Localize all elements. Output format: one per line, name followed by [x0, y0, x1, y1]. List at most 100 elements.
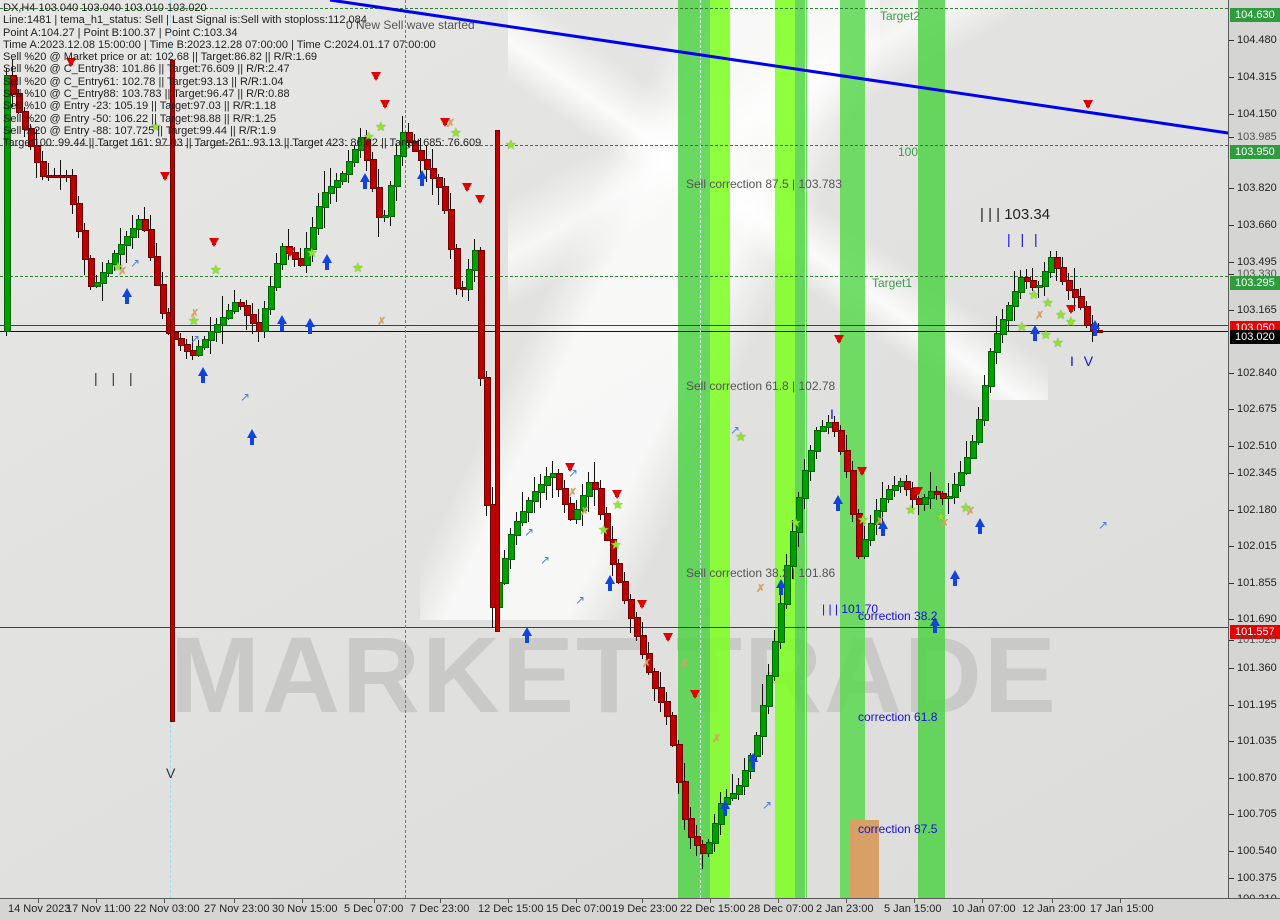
wave-i-middle: I	[830, 406, 837, 422]
price-axis[interactable]: 104.630 104.480 104.315 104.150 103.985 103.9…	[1228, 0, 1280, 905]
time-tick-label: 22 Dec 15:00	[680, 903, 746, 915]
fib-100: 100	[898, 145, 919, 159]
price-tick-label: 102.675	[1237, 403, 1277, 415]
price-tick-label: 101.360	[1237, 662, 1277, 674]
candle-body	[376, 187, 383, 218]
outline-arrow-5: ↗	[568, 466, 579, 480]
time-tick-label: 17 Nov 11:00	[66, 903, 131, 915]
buy-arrow-5	[322, 254, 332, 270]
buy-arrow-9	[605, 575, 615, 591]
time-tick-label: 27 Nov 23:00	[204, 903, 270, 915]
star-marker-20: ★	[1028, 287, 1040, 302]
price-tick-mark	[1229, 114, 1234, 115]
buy-arrow-4	[305, 318, 315, 334]
price-badge: 104.630	[1230, 8, 1280, 22]
candle-body	[838, 430, 845, 452]
candle-body	[670, 715, 677, 747]
x-marker-11: ✗	[940, 518, 950, 530]
correction-875: correction 87.5	[858, 822, 938, 836]
price-tick-label: 100.705	[1237, 808, 1277, 820]
candle-body	[868, 522, 875, 541]
wave-iv-right: I V	[1070, 353, 1097, 369]
info-line-6: Sell %20 @ C_Entry61: 102.78 || Target:9…	[3, 75, 284, 88]
buy-arrow-1	[198, 367, 208, 383]
candle-body	[268, 285, 275, 310]
price-tick-label: 104.480	[1237, 34, 1277, 46]
star-marker-24: ★	[1040, 327, 1052, 342]
price-tick-mark	[1229, 409, 1234, 410]
price-tick-mark	[1229, 446, 1234, 447]
candle-body	[958, 472, 965, 486]
x-marker-1: ✗	[190, 308, 200, 320]
candle-body	[316, 205, 323, 229]
sell-correction-618: Sell correction 61.8 | 102.78	[686, 379, 836, 393]
chart-plot-area[interactable]: MARKET TRADE ★ ★ ★ ★ ★ ★ ★ ★ ★ ★ ★ ★ ★ ★ ★ ★ ★ ★ ★ ★ ★ ★ ★ ★ ★ ★ ✗…	[0, 0, 1228, 898]
buy-arrow-17	[975, 518, 985, 534]
candle-body	[1042, 271, 1049, 288]
level-101557	[0, 627, 1228, 628]
x-marker-4: ✗	[568, 487, 578, 499]
candle-body	[994, 333, 1001, 353]
candle-body	[742, 770, 749, 787]
candle-body	[760, 705, 767, 737]
candle-body	[508, 534, 515, 560]
buy-arrow-6	[360, 173, 370, 189]
candle-body	[850, 470, 857, 515]
candle-body	[148, 228, 155, 259]
info-line-4: Sell %20 @ Market price or at: 102.68 ||…	[3, 51, 318, 64]
candle-body	[466, 268, 473, 290]
price-tick-label: 101.525	[1237, 634, 1277, 646]
star-marker-15: ★	[857, 512, 869, 527]
price-badge: 103.295	[1230, 276, 1280, 290]
x-marker-9: ✗	[756, 583, 766, 595]
price-tick-mark	[1229, 878, 1234, 879]
candle-body	[628, 599, 635, 619]
price-tick-label: 103.820	[1237, 182, 1277, 194]
sell-arrow-12	[663, 633, 673, 642]
candle-body	[988, 350, 995, 387]
time-axis[interactable]: 14 Nov 2023 17 Nov 11:00 22 Nov 03:00 27 No…	[0, 898, 1280, 920]
sell-arrow-2	[209, 238, 219, 247]
price-tick-mark	[1229, 310, 1234, 311]
price-tick-label: 102.345	[1237, 467, 1277, 479]
outline-arrow-0: ↗	[130, 256, 141, 270]
price-tick-mark	[1229, 668, 1234, 669]
sell-arrow-16	[913, 487, 923, 496]
wave-iii-left: | | |	[94, 370, 138, 386]
x-marker-8: ✗	[712, 733, 722, 745]
band-6	[918, 0, 945, 898]
candle-body	[394, 155, 401, 187]
candle-body	[160, 284, 167, 314]
price-tick-mark	[1229, 546, 1234, 547]
candle-body	[502, 558, 509, 584]
price-tick-mark	[1229, 77, 1234, 78]
price-tick-mark	[1229, 705, 1234, 706]
candle-body	[814, 430, 821, 452]
price-tick-mark	[1229, 510, 1234, 511]
price-badge: 103.950	[1230, 145, 1280, 159]
buy-arrow-7	[417, 170, 427, 186]
candle-body	[772, 641, 779, 677]
candle-long-wick	[170, 60, 175, 722]
buy-arrow-0	[122, 288, 132, 304]
wave-v-left: V	[166, 765, 181, 781]
candle-long-wick-2	[495, 130, 500, 632]
candle-body	[616, 563, 623, 583]
star-marker-5: ★	[352, 260, 364, 275]
x-marker-10: ✗	[875, 516, 885, 528]
price-tick-mark	[1229, 814, 1234, 815]
info-line-5: Sell %20 @ C_Entry38: 101.86 || Target:7…	[3, 63, 290, 76]
info-line-0: DX,H4 103.040 103.040 103.010 103.020	[3, 2, 207, 14]
star-marker-10: ★	[598, 522, 610, 537]
candle-body	[76, 202, 83, 233]
candle-body	[790, 531, 797, 567]
buy-arrow-13	[833, 495, 843, 511]
candle-body	[448, 209, 455, 251]
candle-wick	[48, 163, 49, 182]
time-tick-label: 12 Dec 15:00	[478, 903, 544, 915]
price-tick-label: 103.495	[1237, 256, 1277, 268]
sell-arrow-15	[857, 467, 867, 476]
candle-body	[880, 498, 887, 512]
candle-body	[640, 635, 647, 655]
candle-body	[622, 581, 629, 601]
